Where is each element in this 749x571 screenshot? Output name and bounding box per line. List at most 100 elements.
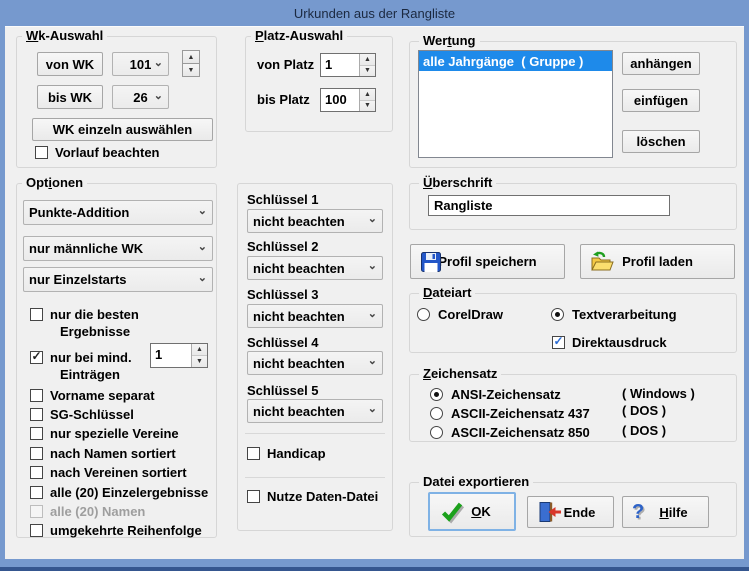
ok-button[interactable]: OK (428, 492, 516, 531)
profil-speichern-button[interactable]: Profil speichern (410, 244, 565, 279)
checkbox-label: nach Namen sortiert (50, 446, 176, 461)
schluessel-2-label: Schlüssel 2 (247, 239, 319, 255)
ueberschrift-input[interactable]: Rangliste (428, 195, 670, 216)
radio-circle (417, 308, 430, 321)
anhaengen-button-label: anhängen (630, 56, 691, 71)
bis-wk-button[interactable]: bis WK (37, 85, 103, 109)
profil-laden-label: Profil laden (622, 254, 693, 269)
einfuegen-button[interactable]: einfügen (622, 89, 700, 112)
handicap-checkbox[interactable]: ✓ Handicap (247, 445, 326, 461)
loeschen-button-label: löschen (636, 134, 685, 149)
checkbox-box: ✓ (30, 308, 43, 321)
group-dateiart-label: Dateiart (419, 285, 475, 301)
chevron-down-icon: ⌄ (368, 214, 377, 225)
spin-down-button[interactable]: ▼ (360, 66, 375, 77)
nur-die-besten-checkbox[interactable]: ✓ nur die besten (30, 306, 139, 322)
schluessel-5-select[interactable]: nicht beachten ⌄ (247, 399, 383, 423)
chevron-down-icon: ⌄ (198, 273, 207, 284)
von-platz-label: von Platz (257, 57, 314, 73)
von-wk-button[interactable]: von WK (37, 52, 103, 76)
spin-control: ▲ ▼ (359, 89, 375, 111)
schluessel-4-label: Schlüssel 4 (247, 335, 319, 351)
schluessel-1-select[interactable]: nicht beachten ⌄ (247, 209, 383, 233)
hilfe-button[interactable]: ? Hilfe (622, 496, 709, 528)
profil-laden-button[interactable]: Profil laden (580, 244, 735, 279)
von-platz-input[interactable]: 1 ▲ ▼ (320, 53, 376, 77)
checkbox-box: ✓ (30, 447, 43, 460)
startart-select[interactable]: nur Einzelstarts ⌄ (23, 267, 213, 292)
checkbox-label: alle (20) Einzelergebnisse (50, 485, 208, 500)
spin-down-button[interactable]: ▼ (192, 356, 207, 367)
bis-wk-select[interactable]: 26 ⌄ (112, 85, 169, 109)
sg-schluessel-checkbox[interactable]: ✓ SG-Schlüssel (30, 406, 134, 422)
spin-up-button[interactable]: ▲ (192, 344, 207, 356)
window-frame-bottom (0, 567, 749, 571)
schluessel-3-select[interactable]: nicht beachten ⌄ (247, 304, 383, 328)
nur-bei-mind-checkbox[interactable]: ✓ nur bei mind. (30, 349, 132, 365)
wk-einzeln-button[interactable]: WK einzeln auswählen (32, 118, 213, 141)
chevron-down-icon: ⌄ (368, 261, 377, 272)
ascii-437-radio[interactable]: ASCII-Zeichensatz 437 (430, 405, 590, 421)
spin-up-button[interactable]: ▲ (360, 89, 375, 101)
geschlecht-select[interactable]: nur männliche WK ⌄ (23, 236, 213, 261)
spin-up-icon: ▲ (188, 54, 195, 61)
checkbox-box: ✓ (30, 505, 43, 518)
loeschen-button[interactable]: löschen (622, 130, 700, 153)
profil-speichern-label: Profil speichern (438, 254, 536, 269)
vorlauf-beachten-checkbox[interactable]: ✓ Vorlauf beachten (35, 144, 160, 160)
checkbox-box: ✓ (552, 336, 565, 349)
schluessel-1-label: Schlüssel 1 (247, 192, 319, 208)
spin-down-button[interactable]: ▼ (360, 101, 375, 112)
checkbox-label: alle (20) Namen (50, 504, 145, 519)
question-mark-icon: ? (632, 502, 644, 522)
wertungsart-select[interactable]: Punkte-Addition ⌄ (23, 200, 213, 225)
schluessel-5-value: nicht beachten (253, 404, 345, 419)
checkbox-box: ✓ (30, 389, 43, 402)
ende-button[interactable]: Ende (527, 496, 614, 528)
nach-vereinen-sortiert-checkbox[interactable]: ✓ nach Vereinen sortiert (30, 464, 187, 480)
group-ueberschrift-label: Überschrift (419, 175, 496, 191)
anhaengen-button[interactable]: anhängen (622, 52, 700, 75)
spin-down-icon: ▼ (188, 67, 195, 74)
dialog-window: Urkunden aus der Rangliste Wk-Auswahl vo… (0, 0, 749, 571)
check-icon: ✓ (31, 350, 41, 362)
open-folder-icon (590, 251, 614, 273)
coreldraw-radio[interactable]: CorelDraw (417, 306, 503, 322)
ueberschrift-value: Rangliste (434, 198, 493, 213)
list-item[interactable]: alle Jahrgänge ( Gruppe ) (419, 51, 612, 71)
schluessel-2-select[interactable]: nicht beachten ⌄ (247, 256, 383, 280)
spin-up-icon: ▲ (196, 346, 203, 353)
bis-platz-input[interactable]: 100 ▲ ▼ (320, 88, 376, 112)
group-platz-auswahl-label: Platz-Auswahl (251, 28, 347, 44)
checkbox-box: ✓ (30, 427, 43, 440)
mind-eintraege-input[interactable]: 1 ▲ ▼ (150, 343, 208, 368)
spin-down-icon: ▼ (196, 358, 203, 365)
ascii-850-radio[interactable]: ASCII-Zeichensatz 850 (430, 424, 590, 440)
ansi-zeichensatz-radio[interactable]: ANSI-Zeichensatz (430, 386, 561, 402)
geschlecht-value: nur männliche WK (29, 241, 143, 256)
spin-down-button[interactable]: ▼ (182, 63, 200, 77)
spin-up-button[interactable]: ▲ (360, 54, 375, 66)
umgekehrte-reihenfolge-checkbox[interactable]: ✓ umgekehrte Reihenfolge (30, 522, 202, 538)
schluessel-4-select[interactable]: nicht beachten ⌄ (247, 351, 383, 375)
von-wk-select[interactable]: 101 ⌄ (112, 52, 169, 76)
textverarbeitung-radio[interactable]: Textverarbeitung (551, 306, 677, 322)
title-bar: Urkunden aus der Rangliste (0, 0, 749, 26)
radio-circle (551, 308, 564, 321)
exit-door-icon (537, 501, 562, 524)
chevron-down-icon: ⌄ (368, 404, 377, 415)
checkbox-label: Nutze Daten-Datei (267, 489, 378, 504)
window-title: Urkunden aus der Rangliste (294, 6, 455, 21)
group-wertung-label: Wertung (419, 33, 480, 49)
nur-spezielle-vereine-checkbox[interactable]: ✓ nur spezielle Vereine (30, 425, 179, 441)
nach-namen-sortiert-checkbox[interactable]: ✓ nach Namen sortiert (30, 445, 176, 461)
vorname-separat-checkbox[interactable]: ✓ Vorname separat (30, 387, 155, 403)
spin-up-button[interactable]: ▲ (182, 50, 200, 64)
alle-einzelergebnisse-checkbox[interactable]: ✓ alle (20) Einzelergebnisse (30, 484, 208, 500)
checkbox-label: nach Vereinen sortiert (50, 465, 187, 480)
group-platz-auswahl (245, 36, 393, 132)
von-wk-button-label: von WK (46, 57, 94, 72)
nutze-daten-datei-checkbox[interactable]: ✓ Nutze Daten-Datei (247, 488, 378, 504)
direktausdruck-checkbox[interactable]: ✓ Direktausdruck (552, 334, 667, 350)
wertung-listbox[interactable]: alle Jahrgänge ( Gruppe ) (418, 50, 613, 158)
